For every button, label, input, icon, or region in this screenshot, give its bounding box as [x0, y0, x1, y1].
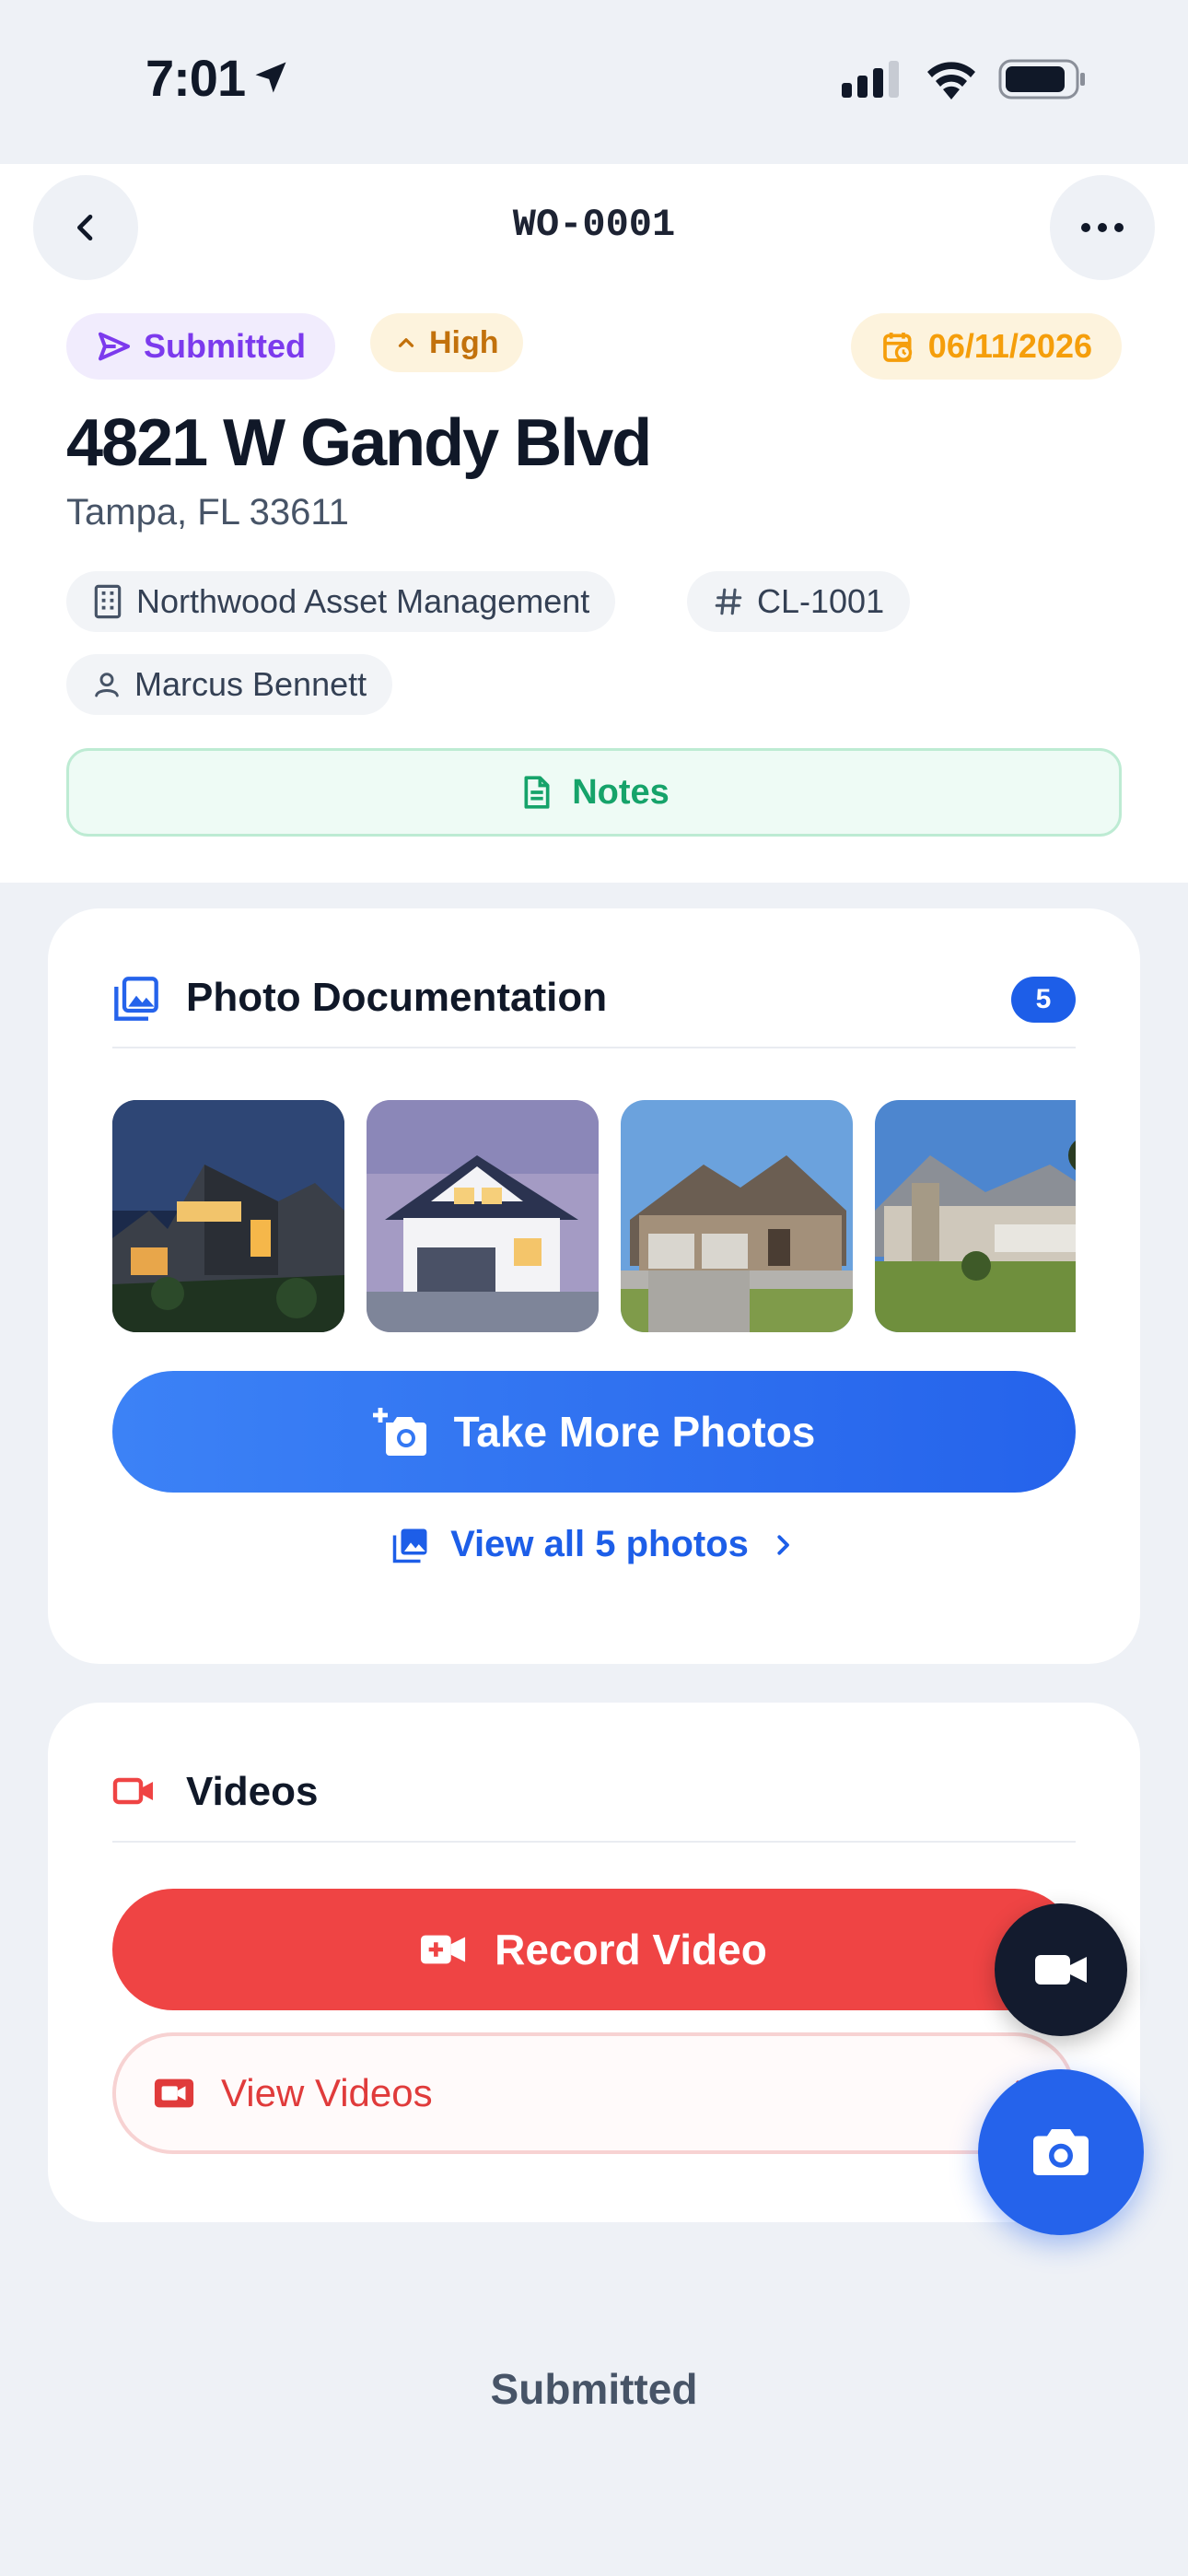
- view-videos-label: View Videos: [221, 2071, 433, 2114]
- status-time: 7:01: [146, 49, 246, 107]
- photo-documentation-card: Photo Documentation 5 Take More Photos V…: [48, 908, 1140, 1664]
- notes-button[interactable]: Notes: [66, 748, 1122, 837]
- user-icon: [95, 673, 119, 697]
- photo-count-badge: 5: [1011, 977, 1076, 1023]
- more-horizontal-icon: [1081, 223, 1124, 232]
- video-camera-icon: [112, 1777, 153, 1805]
- photo-gallery-icon: [392, 1528, 427, 1563]
- photo-card-title: Photo Documentation: [186, 975, 608, 1020]
- status-label: Submitted: [144, 327, 306, 365]
- chevron-up-icon: [398, 338, 414, 347]
- camera-icon: [1033, 2129, 1089, 2175]
- quick-photo-fab[interactable]: [978, 2069, 1144, 2235]
- photo-thumbnail-strip[interactable]: [112, 1100, 1076, 1336]
- battery-icon: [998, 59, 1085, 100]
- location-arrow-icon: [255, 62, 286, 93]
- more-options-button[interactable]: [1050, 175, 1155, 280]
- work-order-id: WO-0001: [512, 203, 676, 247]
- record-video-label: Record Video: [495, 1926, 767, 1973]
- assignee-label: Marcus Bennett: [134, 665, 367, 703]
- priority-label: High: [429, 324, 499, 360]
- due-date-label: 06/11/2026: [927, 327, 1092, 365]
- due-date-badge: 06/11/2026: [850, 313, 1122, 380]
- notes-label: Notes: [572, 772, 670, 812]
- add-video-icon: [421, 1935, 466, 1964]
- hash-icon: [715, 588, 742, 615]
- company-chip: Northwood Asset Management: [66, 571, 616, 632]
- chevron-right-icon: [777, 1534, 789, 1555]
- client-id-label: CL-1001: [757, 582, 885, 620]
- status-badge: Submitted: [66, 313, 335, 380]
- send-icon: [99, 332, 130, 361]
- record-video-button[interactable]: Record Video: [112, 1889, 1076, 2010]
- take-more-photos-button[interactable]: Take More Photos: [112, 1371, 1076, 1493]
- client-id-chip: CL-1001: [687, 571, 911, 632]
- view-all-photos-label: View all 5 photos: [450, 1524, 749, 1564]
- take-more-photos-label: Take More Photos: [453, 1408, 816, 1456]
- work-order-header: WO-0001 Submitted High 06/11/2026 4821 W…: [0, 164, 1188, 883]
- company-label: Northwood Asset Management: [136, 582, 590, 620]
- add-camera-icon: [372, 1408, 426, 1456]
- quick-record-video-fab[interactable]: [995, 1903, 1127, 2036]
- assignee-chip: Marcus Bennett: [66, 654, 393, 715]
- document-icon: [524, 776, 550, 809]
- video-camera-icon: [1035, 1955, 1087, 1985]
- videos-card-title: Videos: [186, 1769, 319, 1814]
- photo-thumbnail[interactable]: [621, 1100, 853, 1332]
- photo-card-header: Photo Documentation 5: [112, 908, 1076, 1048]
- footer-status-label: Submitted: [490, 2365, 698, 2413]
- view-videos-button[interactable]: View Videos: [112, 2032, 1076, 2154]
- view-all-photos-link[interactable]: View all 5 photos: [48, 1524, 1140, 1565]
- property-city: Tampa, FL 33611: [66, 492, 349, 533]
- calendar-clock-icon: [882, 333, 912, 362]
- photo-thumbnail[interactable]: [875, 1100, 1076, 1332]
- cellular-signal-icon: [842, 61, 899, 98]
- photo-thumbnail[interactable]: [112, 1100, 344, 1332]
- status-bar: 7:01: [0, 0, 1188, 164]
- photo-thumbnail[interactable]: [367, 1100, 599, 1332]
- building-icon: [94, 584, 122, 619]
- wifi-icon: [927, 62, 975, 100]
- priority-badge: High: [370, 313, 523, 372]
- videos-card: Videos Record Video View Videos: [48, 1703, 1140, 2222]
- photo-gallery-icon: [114, 977, 158, 1021]
- video-library-icon: [154, 2078, 194, 2108]
- videos-card-header: Videos: [112, 1703, 1076, 1843]
- property-address: 4821 W Gandy Blvd: [66, 406, 652, 480]
